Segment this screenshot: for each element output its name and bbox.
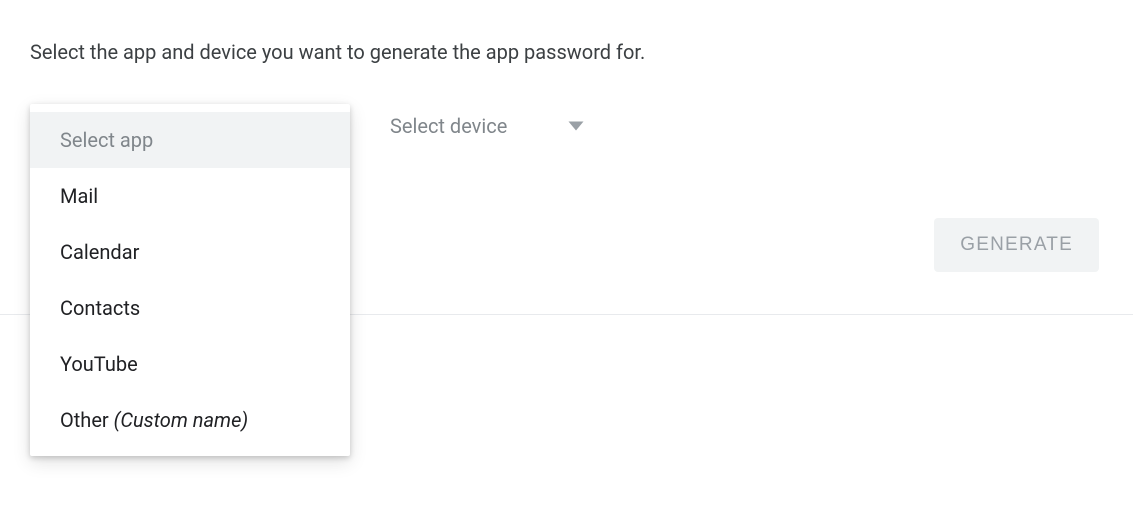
device-select-dropdown[interactable]: Select device	[370, 104, 605, 148]
generate-button[interactable]: GENERATE	[934, 218, 1099, 272]
instruction-text: Select the app and device you want to ge…	[30, 40, 1103, 64]
app-select-placeholder: Select app	[30, 112, 350, 168]
app-option-other[interactable]: Other (Custom name)	[30, 392, 350, 448]
app-select-menu: Select app Mail Calendar Contacts YouTub…	[30, 104, 350, 456]
app-option-other-label: Other	[60, 408, 114, 432]
chevron-down-icon	[567, 120, 585, 132]
app-option-other-suffix: (Custom name)	[114, 408, 248, 432]
app-option-contacts[interactable]: Contacts	[30, 280, 350, 336]
device-select-placeholder: Select device	[390, 114, 507, 138]
app-option-mail[interactable]: Mail	[30, 168, 350, 224]
app-option-youtube[interactable]: YouTube	[30, 336, 350, 392]
app-option-calendar[interactable]: Calendar	[30, 224, 350, 280]
